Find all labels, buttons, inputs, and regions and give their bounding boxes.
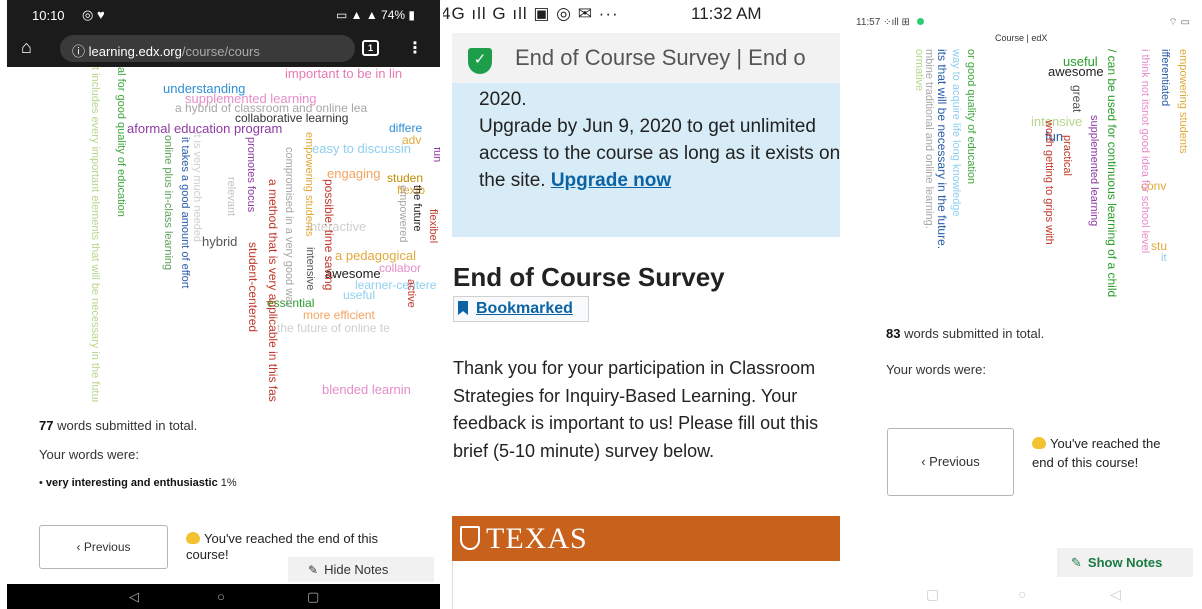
smile-emoji-icon xyxy=(1032,437,1046,449)
android-nav-bar: ◁ ○ ▢ xyxy=(7,584,440,609)
recents-icon[interactable]: ▢ xyxy=(926,586,939,603)
cloud-word: it is very much needed xyxy=(191,132,203,243)
status-bar: 10:10 ◎ ♥ ▭ ▲ ▲ 74% ▮ xyxy=(7,0,440,30)
texas-logo-banner: TEXAS xyxy=(452,516,840,561)
cloud-word: blended learnin xyxy=(322,382,411,397)
cloud-word: ormative xyxy=(913,49,925,92)
cloud-word: empowered xyxy=(397,185,409,243)
submitted-word-item: • very interesting and enthusiastic 1% xyxy=(39,477,237,489)
home-circle-icon[interactable]: ○ xyxy=(1018,586,1026,602)
cloud-word: i think not itsnot good idea for school … xyxy=(1139,49,1151,254)
cloud-word: t includes every important elements that… xyxy=(89,67,101,402)
whatsapp-heart-icons: ◎ ♥ xyxy=(82,7,105,22)
back-icon[interactable]: ◁ xyxy=(129,589,139,605)
cloud-word: student-centered xyxy=(246,242,260,333)
words-count-line: 83 words submitted in total. xyxy=(886,326,1045,341)
browser-title-bar[interactable]: ✓ End of Course Survey | End o xyxy=(452,33,840,83)
your-words-label: Your words were: xyxy=(39,447,139,462)
survey-embed xyxy=(452,561,840,609)
cloud-word: or good quality of education xyxy=(965,49,977,185)
cloud-word: it xyxy=(1161,252,1167,264)
cloud-word: important to be in lin xyxy=(285,67,403,81)
signal-icons: 4G ıll G ıll ▣ ◎ ✉ ··· xyxy=(443,4,619,23)
notification-dot-icon xyxy=(916,18,924,25)
more-menu-icon[interactable]: ⋮ xyxy=(407,38,423,58)
phone-screenshot-2: 4G ıll G ıll ▣ ◎ ✉ ··· 11:32 AM ✓ End of… xyxy=(443,0,840,609)
cloud-word: worth getting to grips with xyxy=(1043,120,1055,245)
cloud-word: compromised in a very good way xyxy=(283,147,295,308)
page-tab-title: End of Course Survey | End o xyxy=(515,45,806,70)
previous-button[interactable]: ‹ Previous xyxy=(39,525,168,569)
recents-icon[interactable]: ▢ xyxy=(307,589,319,605)
cloud-word: empowering students xyxy=(303,132,315,237)
battery-level: ▭ ▲ ▲ 74% ▮ xyxy=(335,8,415,22)
cloud-word: useful xyxy=(343,288,376,302)
cloud-word: the future of online te xyxy=(277,321,390,335)
smile-emoji-icon xyxy=(186,532,200,544)
home-icon[interactable]: ⌂ xyxy=(21,37,32,58)
back-icon[interactable]: ◁ xyxy=(1110,586,1121,603)
cloud-word: / can be used for continuous learning of… xyxy=(1105,49,1119,298)
pencil-icon: ✎ xyxy=(1071,555,1082,570)
cloud-word: supplemented learning xyxy=(1088,115,1100,227)
your-words-label: Your words were: xyxy=(886,362,986,377)
cloud-word: fun xyxy=(431,147,440,163)
cloud-word: easy to discussin xyxy=(312,141,411,156)
cloud-word: stu xyxy=(1151,239,1168,253)
cloud-word: a method that is very applicable in this… xyxy=(266,179,280,402)
course-end-message: You've reached the end of this course! xyxy=(1032,436,1161,470)
survey-intro: Thank you for your participation in Clas… xyxy=(453,358,819,461)
cloud-word: practical xyxy=(1061,135,1073,176)
upgrade-link[interactable]: Upgrade now xyxy=(551,170,671,191)
word-cloud: important to be in lin understanding suppl… xyxy=(67,67,440,402)
status-time: 11:57 xyxy=(856,17,881,28)
pencil-icon: ✎ xyxy=(308,563,319,577)
page-title: End of Course Survey xyxy=(453,262,725,292)
android-nav-bar: ▢ ○ ◁ xyxy=(848,582,1202,609)
cloud-word: more efficient xyxy=(303,308,375,322)
cloud-word: flexibel xyxy=(427,209,439,244)
bookmark-icon xyxy=(458,301,468,315)
cloud-word: collabor xyxy=(379,261,422,275)
cloud-word: relevant xyxy=(225,177,237,217)
info-icon: ⓘ xyxy=(72,44,89,59)
cloud-word: it takes a good amount of effort xyxy=(179,137,191,289)
cloud-word: al for good quality of education xyxy=(115,67,127,217)
cloud-word: ifferentiated xyxy=(1159,49,1171,107)
status-bar: 4G ıll G ıll ▣ ◎ ✉ ··· 11:32 AM xyxy=(443,0,840,28)
cloud-word: awesome xyxy=(1048,64,1104,79)
upgrade-banner: 2020. Upgrade by Jun 9, 2020 to get unli… xyxy=(452,83,840,237)
hide-notes-button[interactable]: ✎ Hide Notes xyxy=(288,557,434,582)
show-notes-button[interactable]: ✎ Show Notes xyxy=(1057,548,1193,577)
cloud-word: active xyxy=(405,279,417,308)
cloud-word: great xyxy=(1070,85,1084,113)
cloud-word: online plus in-class learning xyxy=(162,135,174,271)
ut-seal-icon xyxy=(460,526,480,550)
cloud-word: possible: time saving xyxy=(322,179,336,291)
cloud-word: interactive xyxy=(307,219,367,234)
status-time: 11:32 AM xyxy=(691,4,762,23)
cloud-word: way to acquire life long knowledge xyxy=(950,49,962,217)
phone-screenshot-3: 11:57 ⁘ıll ⊞ ⌔ ▭ Course | edX useful awes… xyxy=(848,0,1202,609)
home-circle-icon[interactable]: ○ xyxy=(217,589,225,604)
cloud-word: promotes focus xyxy=(245,137,257,213)
status-time: 10:10 xyxy=(32,8,65,23)
cloud-word: hybrid xyxy=(202,234,238,249)
cloud-word: aformal education program xyxy=(127,121,283,136)
cloud-word: intensive xyxy=(1031,114,1083,129)
phone-screenshot-1: 10:10 ◎ ♥ ▭ ▲ ▲ 74% ▮ ⌂ ⓘ learning.edx.o… xyxy=(7,0,440,609)
bookmark-button[interactable]: Bookmarked xyxy=(453,296,589,322)
url-field[interactable]: ⓘ learning.edx.org/course/cours xyxy=(60,35,355,62)
cloud-word: its that will be necessary in the future… xyxy=(935,49,949,250)
previous-button[interactable]: ‹ Previous xyxy=(887,428,1014,496)
cloud-word: intensive xyxy=(304,247,316,291)
shield-check-icon: ✓ xyxy=(468,48,492,74)
tabs-count-icon[interactable]: 1 xyxy=(362,40,379,56)
word-cloud: useful awesome great intensive fun conv stu it i… xyxy=(913,25,1202,300)
cloud-word: the future xyxy=(411,185,423,232)
cloud-word: empowering students xyxy=(1177,49,1189,154)
words-count-line: 77 words submitted in total. xyxy=(39,418,198,433)
browser-address-bar: ⌂ ⓘ learning.edx.org/course/cours 1 ⋮ xyxy=(7,30,440,67)
